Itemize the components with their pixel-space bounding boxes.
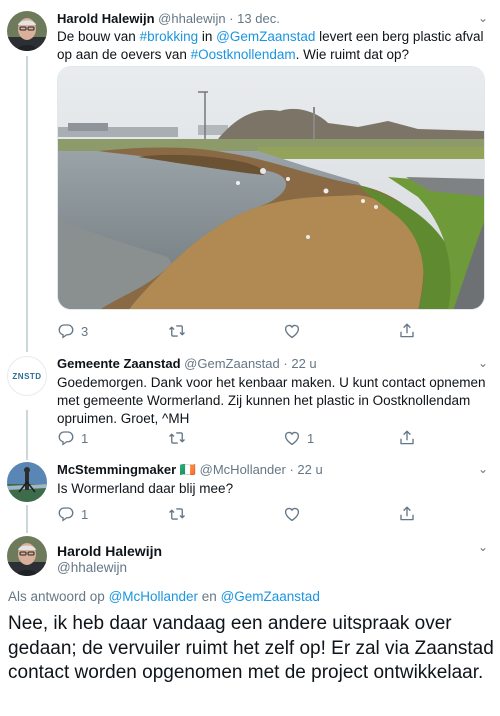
avatar-logo-text: ZNSTD (12, 371, 42, 381)
chevron-down-icon[interactable]: ⌄ (478, 540, 488, 554)
flag-emoji: 🇮🇪 (179, 462, 197, 477)
avatar-photo (7, 11, 47, 51)
like-icon (283, 322, 301, 340)
display-name[interactable]: McStemmingmaker (57, 462, 176, 477)
tweet-text: Is Wormerland daar blij mee? (57, 481, 234, 496)
retweet-button[interactable] (168, 428, 192, 448)
mention-link[interactable]: @McHollander (109, 589, 198, 604)
avatar[interactable]: ZNSTD (7, 356, 47, 396)
user-handle[interactable]: @hhalewijn (158, 11, 225, 26)
reply-conjunction: en (198, 589, 221, 604)
separator: · (283, 356, 288, 371)
chevron-down-icon[interactable]: ⌄ (478, 11, 488, 25)
avatar[interactable] (7, 536, 47, 576)
timestamp[interactable]: 13 dec. (237, 11, 280, 26)
avatar-photo (7, 462, 47, 502)
reply-context: Als antwoord op @McHollander en @GemZaan… (8, 589, 320, 604)
display-name[interactable]: Gemeente Zaanstad (57, 356, 181, 371)
avatar[interactable] (7, 11, 47, 51)
tweet-actions: 1 (57, 504, 417, 524)
like-count: 1 (307, 430, 315, 446)
tweet-actions: 1 1 (57, 428, 417, 448)
share-button[interactable] (398, 504, 416, 524)
retweet-icon (168, 429, 186, 447)
share-button[interactable] (398, 428, 416, 448)
retweet-icon (168, 505, 186, 523)
display-name[interactable]: Harold Halewijn (57, 543, 162, 559)
tweet-photo[interactable] (57, 66, 485, 310)
reply-button[interactable]: 1 (57, 504, 88, 524)
tweet-header: McStemmingmaker 🇮🇪 @McHollander · 22 u (57, 462, 323, 478)
avatar[interactable] (7, 462, 47, 502)
share-button[interactable] (398, 321, 416, 341)
lake-shore-photo (58, 67, 484, 309)
tweet-header: Gemeente Zaanstad @GemZaanstad · 22 u (57, 356, 317, 371)
like-button[interactable] (283, 504, 307, 524)
reply-count: 1 (81, 430, 89, 446)
like-icon (283, 505, 301, 523)
display-name[interactable]: Harold Halewijn (57, 11, 155, 26)
like-button[interactable] (283, 321, 307, 341)
like-icon (283, 429, 301, 447)
mention-link[interactable]: @GemZaanstad (216, 29, 315, 44)
avatar-photo (7, 536, 47, 576)
share-icon (398, 429, 416, 447)
timestamp[interactable]: 22 u (297, 462, 322, 477)
tweet-header: Harold Halewijn @hhalewijn · 13 dec. (57, 11, 280, 26)
reply-icon (57, 505, 75, 523)
reply-icon (57, 429, 75, 447)
separator: · (229, 11, 234, 26)
retweet-button[interactable] (168, 504, 192, 524)
user-handle[interactable]: @GemZaanstad (184, 356, 280, 371)
reply-button[interactable]: 3 (57, 321, 88, 341)
chevron-down-icon[interactable]: ⌄ (478, 356, 488, 370)
text-segment: . Wie ruimt dat op? (295, 47, 409, 62)
tweet-2[interactable]: ZNSTD Gemeente Zaanstad @GemZaanstad · 2… (0, 350, 500, 452)
like-button[interactable]: 1 (283, 428, 314, 448)
user-handle[interactable]: @hhalewijn (57, 560, 127, 575)
share-icon (398, 322, 416, 340)
reply-count: 1 (81, 506, 89, 522)
retweet-icon (168, 322, 186, 340)
separator: · (289, 462, 294, 477)
main-tweet-text: Nee, ik heb daar vandaag een andere uits… (8, 613, 494, 683)
share-icon (398, 505, 416, 523)
chevron-down-icon[interactable]: ⌄ (478, 462, 488, 476)
mention-link[interactable]: @GemZaanstad (221, 589, 320, 604)
tweet-1[interactable]: Harold Halewijn @hhalewijn · 13 dec. ⌄ D… (0, 0, 500, 350)
hashtag-link[interactable]: #brokking (140, 29, 199, 44)
tweet-3[interactable]: McStemmingmaker 🇮🇪 @McHollander · 22 u ⌄… (0, 452, 500, 532)
hashtag-link[interactable]: #Oostknollendam (191, 47, 296, 62)
retweet-button[interactable] (168, 321, 192, 341)
text-segment: in (198, 29, 217, 44)
reply-button[interactable]: 1 (57, 428, 88, 448)
reply-icon (57, 322, 75, 340)
tweet-text: De bouw van #brokking in @GemZaanstad le… (57, 28, 487, 64)
reply-prefix: Als antwoord op (8, 589, 109, 604)
reply-count: 3 (81, 323, 89, 339)
timestamp[interactable]: 22 u (291, 356, 316, 371)
user-handle[interactable]: @McHollander (200, 462, 286, 477)
tweet-text: Goedemorgen. Dank voor het kenbaar maken… (57, 375, 486, 426)
tweet-actions: 3 (57, 321, 417, 341)
text-segment: De bouw van (57, 29, 140, 44)
